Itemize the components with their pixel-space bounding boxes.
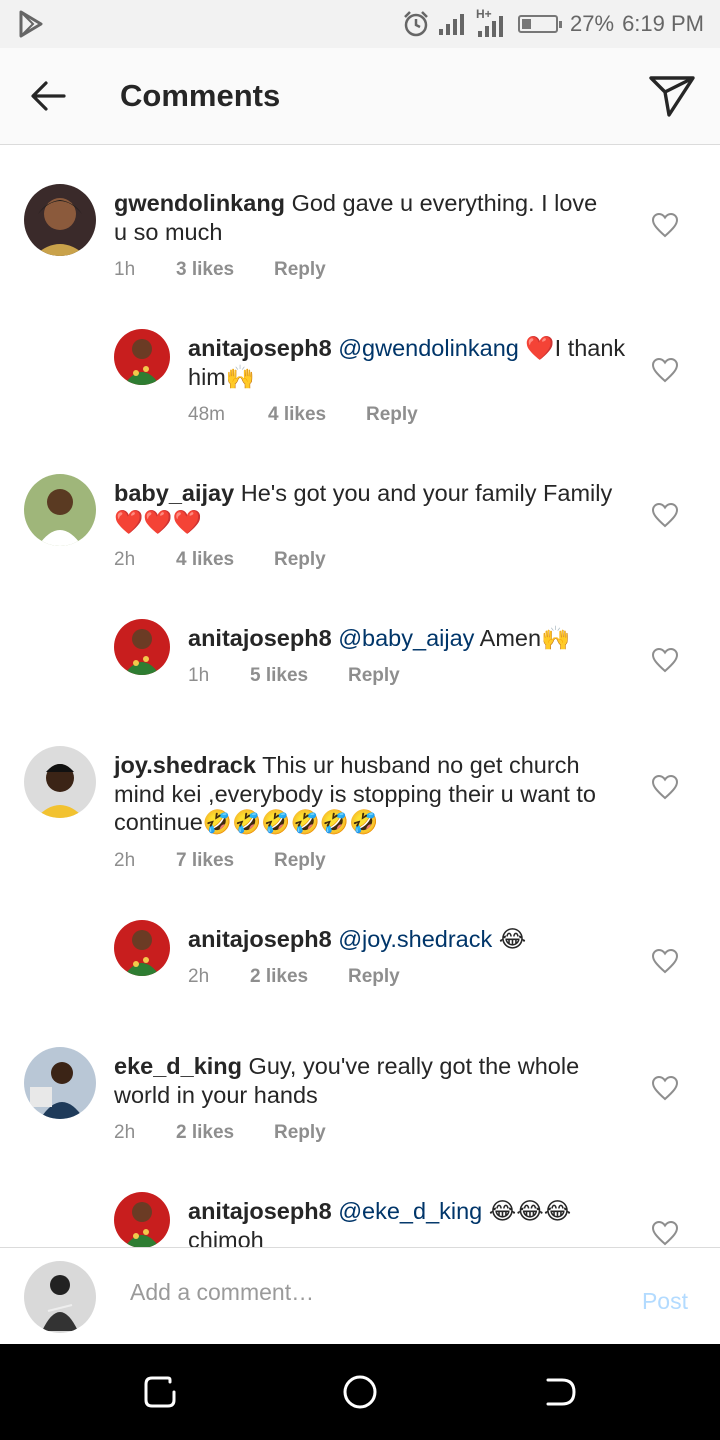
comment-username[interactable]: anitajoseph8 bbox=[188, 335, 332, 361]
reply-button[interactable]: Reply bbox=[274, 259, 326, 281]
comment-text: baby_aijay He's got you and your family … bbox=[114, 479, 614, 536]
comment-username[interactable]: gwendolinkang bbox=[114, 190, 285, 216]
avatar[interactable] bbox=[114, 619, 170, 675]
comment-meta: 2h 2 likes Reply bbox=[114, 1122, 326, 1144]
avatar[interactable] bbox=[24, 746, 96, 818]
mention-link[interactable]: @joy.shedrack bbox=[338, 926, 492, 952]
comment-username[interactable]: anitajoseph8 bbox=[188, 926, 332, 952]
alarm-icon bbox=[404, 11, 428, 37]
comments-list[interactable]: gwendolinkang God gave u everything. I l… bbox=[0, 145, 720, 1247]
likes-count[interactable]: 2 likes bbox=[250, 966, 348, 988]
reply-button[interactable]: Reply bbox=[274, 850, 326, 872]
heart-icon[interactable] bbox=[651, 212, 679, 238]
avatar[interactable] bbox=[114, 1192, 170, 1247]
likes-count[interactable]: 4 likes bbox=[176, 549, 274, 571]
battery-icon bbox=[518, 15, 563, 33]
reply-button[interactable]: Reply bbox=[274, 549, 326, 571]
heart-icon[interactable] bbox=[651, 774, 679, 800]
comment-time: 1h bbox=[114, 259, 136, 280]
avatar[interactable] bbox=[24, 1047, 96, 1119]
signal-icon: H+ bbox=[476, 7, 510, 39]
comment-time: 48m bbox=[188, 404, 225, 425]
mention-link[interactable]: @baby_aijay bbox=[338, 625, 474, 651]
comment-time: 2h bbox=[114, 549, 136, 570]
comment-meta: 2h 2 likes Reply bbox=[188, 966, 400, 988]
likes-count[interactable]: 7 likes bbox=[176, 850, 274, 872]
avatar[interactable] bbox=[24, 184, 96, 256]
comment-meta: 1h 5 likes Reply bbox=[188, 665, 400, 687]
likes-count[interactable]: 2 likes bbox=[176, 1122, 274, 1144]
header: Comments bbox=[0, 48, 720, 145]
mention-link[interactable]: @eke_d_king bbox=[338, 1198, 482, 1224]
comment-username[interactable]: joy.shedrack bbox=[114, 752, 256, 778]
comment-body: 😂 bbox=[492, 926, 527, 952]
reply-button[interactable]: Reply bbox=[348, 665, 400, 687]
comment-meta: 2h 4 likes Reply bbox=[114, 549, 326, 571]
signal-icon bbox=[439, 14, 465, 35]
reply-button[interactable]: Reply bbox=[366, 404, 418, 426]
avatar[interactable] bbox=[24, 474, 96, 546]
likes-count[interactable]: 4 likes bbox=[268, 404, 366, 426]
comment-meta: 1h 3 likes Reply bbox=[114, 259, 326, 281]
comment-text: anitajoseph8 @joy.shedrack 😂 bbox=[188, 925, 638, 954]
comment-text: joy.shedrack This ur husband no get chur… bbox=[114, 751, 614, 837]
recents-icon[interactable] bbox=[140, 1372, 180, 1412]
avatar[interactable] bbox=[114, 329, 170, 385]
battery-percent: 27% bbox=[570, 11, 615, 36]
comment-text: gwendolinkang God gave u everything. I l… bbox=[114, 189, 614, 246]
comment-time: 2h bbox=[188, 966, 210, 987]
heart-icon[interactable] bbox=[651, 647, 679, 673]
comment-username[interactable]: anitajoseph8 bbox=[188, 1198, 332, 1224]
comment-text: eke_d_king Guy, you've really got the wh… bbox=[114, 1052, 614, 1109]
mention-link[interactable]: @gwendolinkang bbox=[338, 335, 519, 361]
avatar bbox=[24, 1261, 96, 1333]
comment-meta: 48m 4 likes Reply bbox=[188, 404, 418, 426]
comment-input[interactable] bbox=[128, 1278, 612, 1307]
comment-meta: 2h 7 likes Reply bbox=[114, 850, 326, 872]
play-store-icon bbox=[19, 10, 43, 38]
likes-count[interactable]: 5 likes bbox=[250, 665, 348, 687]
comment-body: Amen🙌 bbox=[474, 625, 571, 651]
paper-plane-icon[interactable] bbox=[648, 74, 696, 118]
comment-time: 2h bbox=[114, 850, 136, 871]
reply-button[interactable]: Reply bbox=[348, 966, 400, 988]
page-title: Comments bbox=[120, 78, 281, 113]
add-comment-bar: Post bbox=[0, 1247, 720, 1345]
status-bar: H+ 27% 6:19 PM bbox=[0, 0, 720, 48]
heart-icon[interactable] bbox=[651, 357, 679, 383]
heart-icon[interactable] bbox=[651, 948, 679, 974]
back-icon[interactable] bbox=[540, 1372, 580, 1412]
reply-button[interactable]: Reply bbox=[274, 1122, 326, 1144]
comment-time: 2h bbox=[114, 1122, 136, 1143]
comment-time: 1h bbox=[188, 665, 210, 686]
post-button[interactable]: Post bbox=[642, 1288, 688, 1315]
heart-icon[interactable] bbox=[651, 502, 679, 528]
comment-text: anitajoseph8 @gwendolinkang ❤️I thank hi… bbox=[188, 334, 638, 391]
arrow-left-icon[interactable] bbox=[28, 76, 68, 116]
heart-icon[interactable] bbox=[651, 1075, 679, 1101]
heart-icon[interactable] bbox=[651, 1220, 679, 1246]
avatar[interactable] bbox=[114, 920, 170, 976]
comment-username[interactable]: baby_aijay bbox=[114, 480, 234, 506]
comment-username[interactable]: anitajoseph8 bbox=[188, 625, 332, 651]
navigation-bar bbox=[0, 1344, 720, 1440]
clock: 6:19 PM bbox=[622, 11, 704, 36]
comment-username[interactable]: eke_d_king bbox=[114, 1053, 242, 1079]
comment-text: anitajoseph8 @baby_aijay Amen🙌 bbox=[188, 624, 638, 653]
comment-text: anitajoseph8 @eke_d_king 😂😂😂 chimoh bbox=[188, 1197, 588, 1247]
likes-count[interactable]: 3 likes bbox=[176, 259, 274, 281]
home-icon[interactable] bbox=[340, 1372, 380, 1412]
